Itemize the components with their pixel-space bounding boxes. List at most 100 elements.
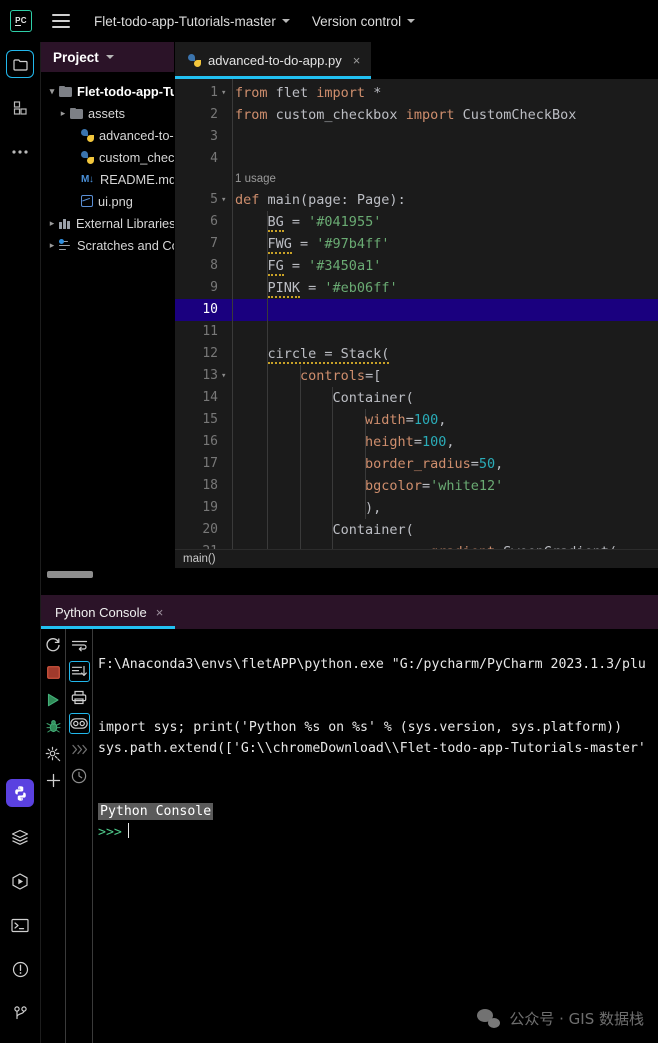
chevron-down-icon[interactable] [105,55,114,59]
tree-item[interactable]: ▸ Scratches and Consoles [41,234,174,256]
prompt-symbol: >>> [98,825,122,840]
scroll-to-end-button[interactable] [68,661,90,682]
debug-button[interactable] [43,716,64,737]
soft-wrap-button[interactable] [69,635,90,656]
close-icon[interactable]: × [156,605,164,620]
sidebar-item-problems[interactable] [0,947,40,991]
console-prompt-row[interactable]: >>> [98,822,658,843]
line-number: 19 [202,500,218,515]
print-button[interactable] [69,687,90,708]
chevron-right-icon[interactable]: ▸ [45,218,59,228]
code-token: CustomCheckBox [462,107,577,123]
code-token: , [495,456,504,472]
chevron-right-icon[interactable]: ▸ [45,240,59,250]
history-button[interactable] [69,765,90,786]
settings-button[interactable] [43,743,64,764]
markdown-file-icon: M↓ [81,173,94,185]
code-fold-toggle[interactable]: ▾ [221,371,226,381]
code-line: Container( [235,519,414,541]
code-content[interactable]: 1 usage 1 ▾ from flet import * 2 from custom_… [175,79,658,549]
title-bar: PC Flet-todo-app-Tutorials-master Versio… [0,0,658,42]
ellipsis-icon [6,138,34,166]
execute-button[interactable] [43,689,64,710]
tab-advanced-to-do-app[interactable]: advanced-to-do-app.py × [175,42,372,79]
console-tab-label: Python Console [55,604,147,620]
text-caret [127,823,130,838]
sidebar-item-git[interactable] [0,991,40,1035]
usage-annotation[interactable]: 1 usage [235,173,276,185]
project-horizontal-scrollbar[interactable] [47,571,93,578]
chevron-down-icon[interactable]: ▾ [45,86,59,96]
chevron-right-icon[interactable]: ▸ [56,108,70,118]
terminal-icon [6,911,34,939]
tree-item[interactable]: ▸ External Libraries [41,212,174,234]
code-token: (page: Page): [300,192,406,208]
project-selector[interactable]: Flet-todo-app-Tutorials-master [94,14,290,29]
sidebar-item-project[interactable] [0,42,40,86]
folder-icon [59,85,72,97]
tree-item[interactable]: M↓ README.md [41,168,174,190]
line-number: 14 [202,390,218,405]
code-token: width [365,412,406,428]
code-line: circle = Stack( [235,343,390,365]
run-to-cursor-button[interactable] [69,739,90,760]
tree-item[interactable]: advanced-to-do-app.py [41,124,174,146]
line-number: 7 [210,236,218,251]
layers-icon [6,823,34,851]
hamburger-menu-icon[interactable] [52,14,70,28]
pycharm-window: PC Flet-todo-app-Tutorials-master Versio… [0,0,658,1043]
activity-bar [0,42,41,1043]
tree-item[interactable]: ui.png [41,190,174,212]
python-file-icon [81,128,94,142]
sidebar-item-python-packages[interactable] [0,771,40,815]
new-console-button[interactable] [43,770,64,791]
sidebar-item-more[interactable] [0,130,40,174]
project-panel-header[interactable]: Project [41,42,174,72]
chevron-down-icon [407,19,416,23]
console-output[interactable]: F:\Anaconda3\envs\fletAPP\python.exe "G:… [93,629,658,1043]
sidebar-item-run[interactable] [0,859,40,903]
code-token: = [405,412,414,428]
editor-tab-bar: advanced-to-do-app.py × [175,42,658,79]
code-fold-toggle[interactable]: ▾ [221,88,226,98]
sidebar-item-database[interactable] [0,815,40,859]
code-token: = [291,236,317,252]
rerun-button[interactable] [43,635,64,656]
show-variables-button[interactable] [68,713,90,734]
code-line: FG = '#3450a1' [235,255,381,277]
breadcrumb[interactable]: main() [175,549,658,568]
project-panel-title: Project [53,49,99,65]
code-token: height [365,434,414,450]
tree-item[interactable]: custom_checkbox.py [41,146,174,168]
code-token: from [235,107,276,123]
sidebar-item-terminal[interactable] [0,903,40,947]
code-line: gradient=SweepGradient( [235,541,617,549]
play-hex-icon [6,867,34,895]
sidebar-item-structure[interactable] [0,86,40,130]
line-number: 10 [202,302,218,317]
code-token: = [283,214,309,230]
line-number: 11 [202,324,218,339]
activity-bar-bottom [0,771,40,1035]
code-line: height=100, [235,431,454,453]
tab-label: advanced-to-do-app.py [208,53,342,68]
console-line-import: import sys; print('Python %s on %s' % (s… [98,720,623,735]
tree-item[interactable]: ▾ Flet-todo-app-Tutorials-master [41,80,174,102]
code-token: FG [267,258,284,276]
stop-button[interactable] [43,662,64,683]
close-icon[interactable]: × [353,54,361,67]
code-token: = [421,478,431,494]
line-number: 9 [210,280,218,295]
tree-item[interactable]: ▸ assets [41,102,174,124]
tree-item-label: ui.png [98,193,133,209]
line-number: 3 [210,129,218,144]
code-line: from custom_checkbox import CustomCheckB… [235,104,576,126]
console-line-command: F:\Anaconda3\envs\fletAPP\python.exe "G:… [98,657,646,672]
tab-python-console[interactable]: Python Console × [41,595,176,629]
version-control-selector[interactable]: Version control [312,14,416,29]
code-fold-toggle[interactable]: ▾ [221,195,226,205]
code-token: '#97b4ff' [316,236,390,252]
